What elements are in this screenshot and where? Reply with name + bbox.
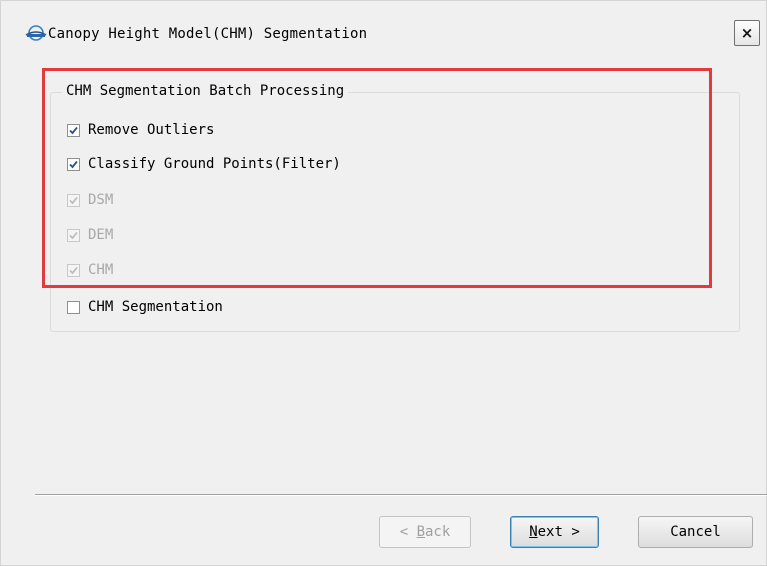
footer-separator <box>35 494 767 496</box>
next-button[interactable]: Next > <box>510 516 599 548</box>
next-mnemonic: N <box>529 524 538 540</box>
close-button[interactable]: × <box>734 20 760 46</box>
cancel-label: Cancel <box>670 524 721 540</box>
back-arrow: < <box>399 524 409 540</box>
dialog-window: Canopy Height Model(CHM) Segmentation × … <box>0 0 767 566</box>
checkbox-label: CHM Segmentation <box>88 299 223 315</box>
next-arrow: > <box>571 524 580 540</box>
title-bar: Canopy Height Model(CHM) Segmentation × <box>1 1 766 63</box>
next-label: ext <box>537 524 563 540</box>
cancel-button[interactable]: Cancel <box>638 516 753 548</box>
highlight-rectangle <box>42 68 712 288</box>
app-logo-icon <box>25 25 47 41</box>
chm-segmentation-checkbox[interactable]: CHM Segmentation <box>67 297 223 317</box>
window-title: Canopy Height Model(CHM) Segmentation <box>48 26 368 42</box>
checkbox-box[interactable] <box>67 300 80 314</box>
back-mnemonic: B <box>416 524 425 540</box>
back-label: ack <box>425 524 451 540</box>
close-icon: × <box>740 24 754 42</box>
back-button[interactable]: < Back <box>379 516 471 548</box>
